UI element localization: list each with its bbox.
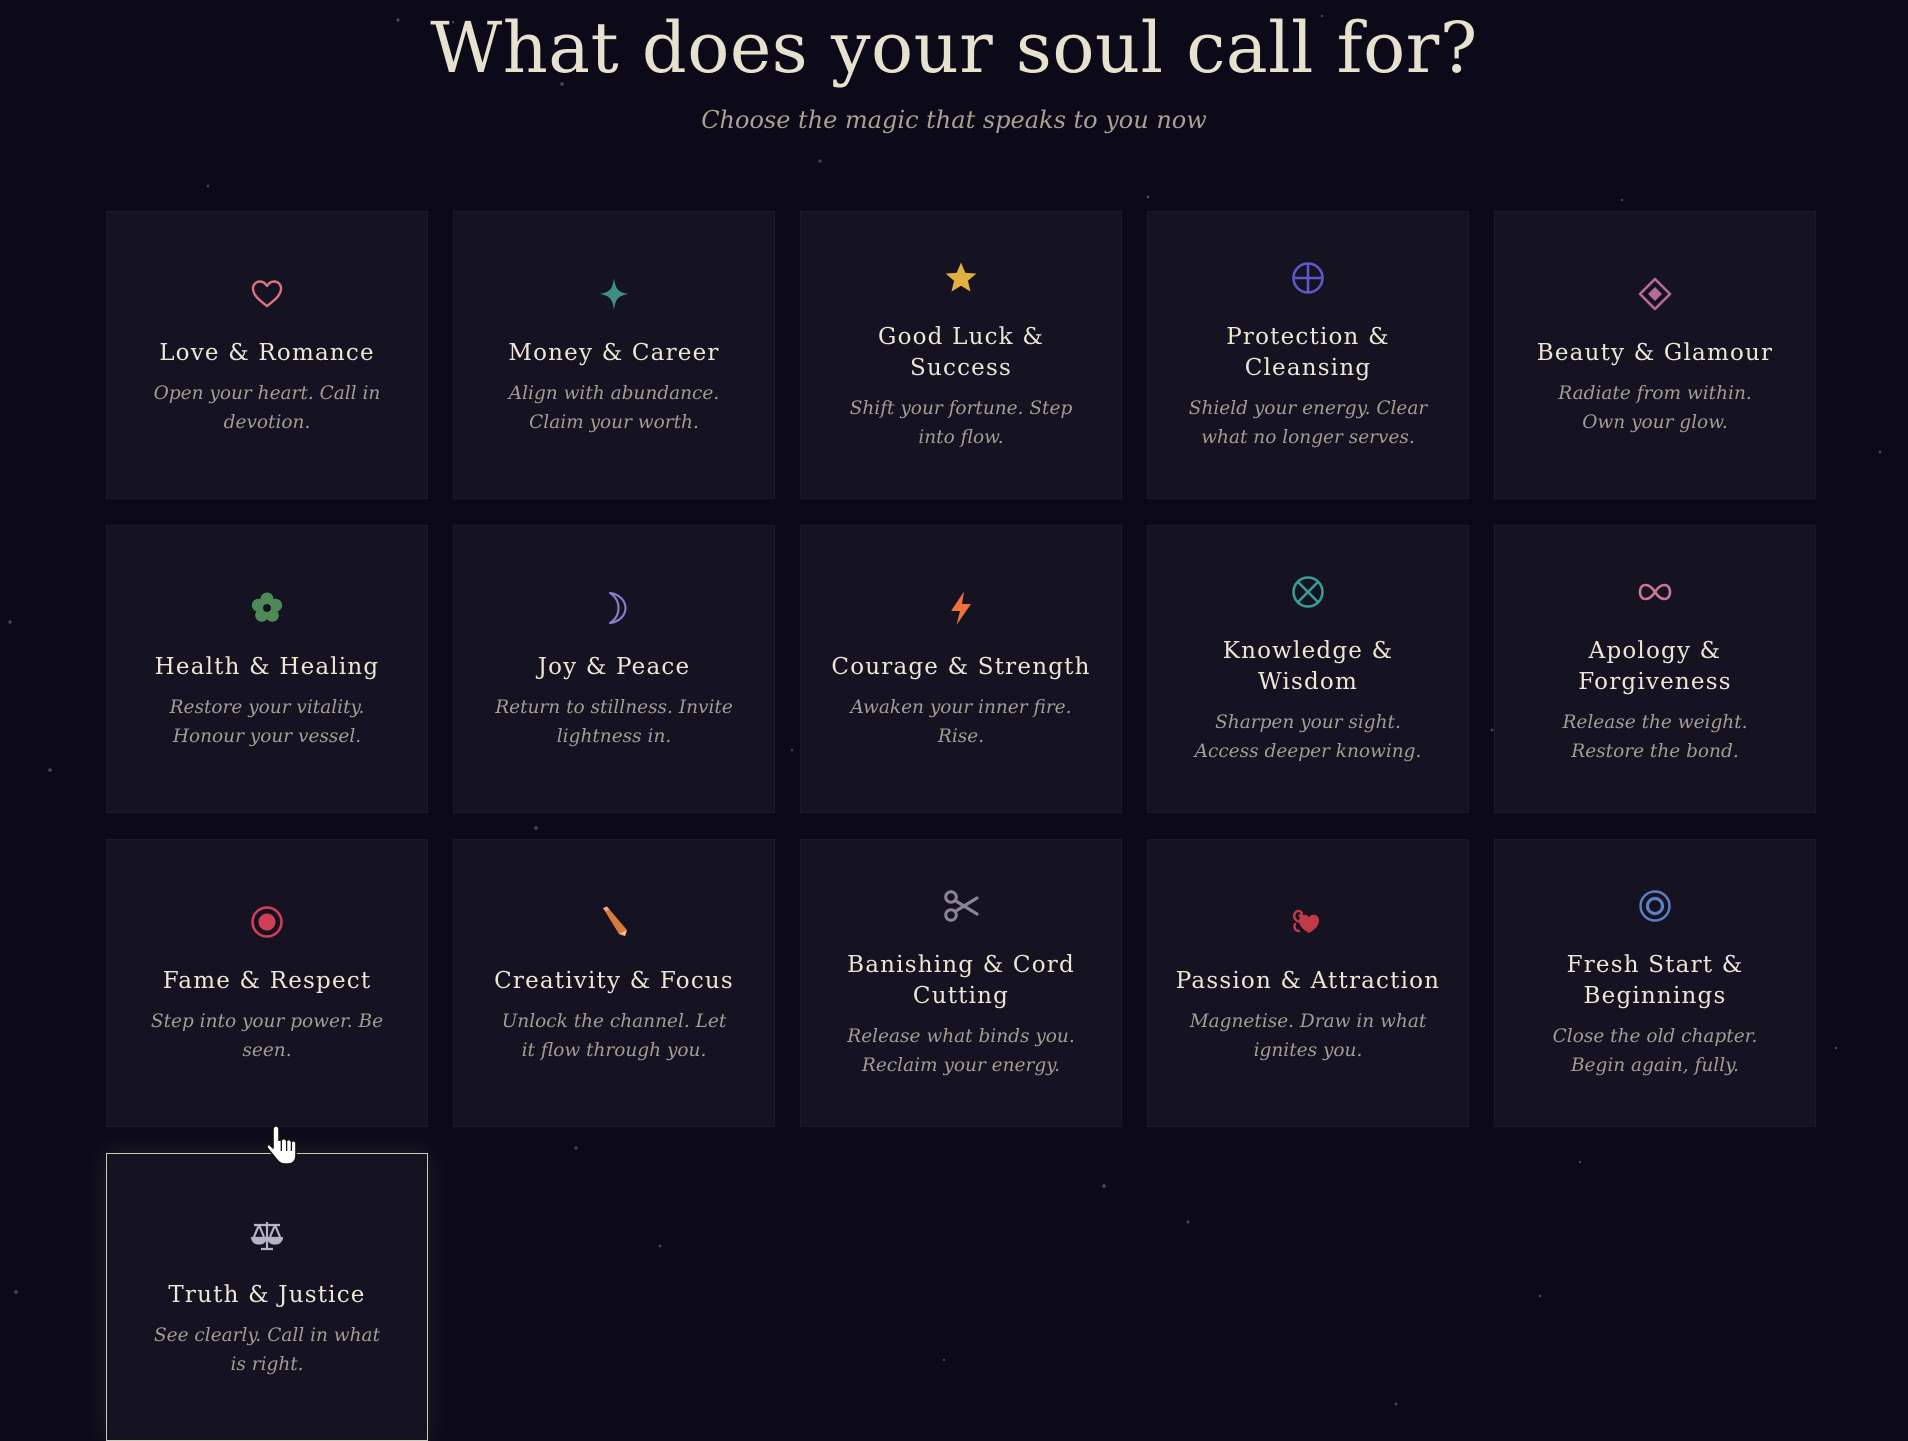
category-card-protection-cleansing[interactable]: Protection & Cleansing Shield your energy… — [1147, 211, 1469, 499]
scissors-icon — [941, 886, 981, 926]
scales-icon — [247, 1216, 287, 1256]
category-card-title: Love & Romance — [159, 339, 375, 366]
category-card-description: Open your heart. Call in devotion. — [153, 382, 381, 433]
category-card-description: Awaken your inner fire. Rise. — [850, 696, 1072, 747]
crescent-moon-icon — [594, 588, 634, 628]
category-card-good-luck-success[interactable]: Good Luck & Success Shift your fortune. S… — [800, 211, 1122, 499]
category-card-title: Joy & Peace — [537, 653, 691, 680]
category-card-description: Unlock the channel. Let it flow through … — [501, 1010, 727, 1061]
category-card-title: Passion & Attraction — [1175, 967, 1441, 994]
category-card-money-career[interactable]: Money & Career Align with abundance. Clai… — [453, 211, 775, 499]
category-card-fame-respect[interactable]: Fame & Respect Step into your power. Be s… — [106, 839, 428, 1127]
category-card-title: Fame & Respect — [162, 967, 372, 994]
heart-icon — [247, 274, 287, 314]
pencil-icon — [594, 902, 634, 942]
category-card-title: Protection & Cleansing — [1226, 324, 1390, 381]
category-card-knowledge-wisdom[interactable]: Knowledge & Wisdom Sharpen your sight. Ac… — [1147, 525, 1469, 813]
category-card-description: Release the weight. Restore the bond. — [1562, 712, 1748, 762]
category-card-title: Fresh Start & Beginnings — [1566, 952, 1744, 1009]
flower-icon — [247, 588, 287, 628]
category-card-description: Release what binds you. Reclaim your ene… — [847, 1026, 1075, 1076]
category-grid: Love & Romance Open your heart. Call in d… — [106, 211, 1816, 1441]
category-card-title: Knowledge & Wisdom — [1222, 638, 1394, 695]
category-card-love-romance[interactable]: Love & Romance Open your heart. Call in d… — [106, 211, 428, 499]
category-card-fresh-start-beginnings[interactable]: Fresh Start & Beginnings Close the old ch… — [1494, 839, 1816, 1127]
category-card-courage-strength[interactable]: Courage & Strength Awaken your inner fire… — [800, 525, 1122, 813]
category-card-description: Align with abundance. Claim your worth. — [508, 382, 720, 433]
category-card-apology-forgiveness[interactable]: Apology & Forgiveness Release the weight.… — [1494, 525, 1816, 813]
ring-icon — [1635, 886, 1675, 926]
category-card-description: Close the old chapter. Begin again, full… — [1552, 1026, 1758, 1076]
category-card-description: Restore your vitality. Honour your vesse… — [169, 696, 365, 747]
category-card-title: Courage & Strength — [831, 653, 1091, 680]
heart-swirl-icon — [1288, 902, 1328, 942]
category-card-description: Sharpen your sight. Access deeper knowin… — [1194, 712, 1422, 762]
category-card-beauty-glamour[interactable]: Beauty & Glamour Radiate from within. Own… — [1494, 211, 1816, 499]
category-card-description: See clearly. Call in what is right. — [153, 1324, 381, 1375]
diamond-icon — [1635, 274, 1675, 314]
page-title: What does your soul call for? — [430, 7, 1478, 89]
target-icon — [247, 902, 287, 942]
lightning-icon — [941, 588, 981, 628]
category-card-title: Banishing & Cord Cutting — [847, 952, 1075, 1009]
category-card-description: Return to stillness. Invite lightness in… — [495, 696, 733, 747]
category-card-description: Shift your fortune. Step into flow. — [849, 398, 1073, 448]
category-card-description: Shield your energy. Clear what no longer… — [1188, 398, 1428, 448]
category-card-passion-attraction[interactable]: Passion & Attraction Magnetise. Draw in w… — [1147, 839, 1469, 1127]
category-card-description: Radiate from within. Own your glow. — [1558, 382, 1752, 433]
star-icon — [941, 258, 981, 298]
category-card-title: Truth & Justice — [168, 1281, 366, 1308]
category-card-health-healing[interactable]: Health & Healing Restore your vitality. H… — [106, 525, 428, 813]
category-card-banishing-cord-cutting[interactable]: Banishing & Cord Cutting Release what bin… — [800, 839, 1122, 1127]
infinity-icon — [1635, 572, 1675, 612]
category-card-title: Beauty & Glamour — [1536, 339, 1774, 366]
circled-x-icon — [1288, 572, 1328, 612]
four-point-star-icon — [594, 274, 634, 314]
category-card-description: Step into your power. Be seen. — [150, 1010, 384, 1061]
category-card-creativity-focus[interactable]: Creativity & Focus Unlock the channel. Le… — [453, 839, 775, 1127]
category-card-title: Apology & Forgiveness — [1578, 638, 1732, 695]
page-subtitle: Choose the magic that speaks to you now — [701, 106, 1207, 134]
category-card-joy-peace[interactable]: Joy & Peace Return to stillness. Invite l… — [453, 525, 775, 813]
category-card-title: Health & Healing — [154, 653, 380, 680]
category-card-truth-justice[interactable]: Truth & Justice See clearly. Call in what… — [106, 1153, 428, 1441]
category-card-title: Good Luck & Success — [878, 324, 1044, 381]
category-card-description: Magnetise. Draw in what ignites you. — [1189, 1010, 1427, 1061]
category-card-title: Creativity & Focus — [494, 967, 734, 994]
category-card-title: Money & Career — [508, 339, 720, 366]
circled-cross-icon — [1288, 258, 1328, 298]
